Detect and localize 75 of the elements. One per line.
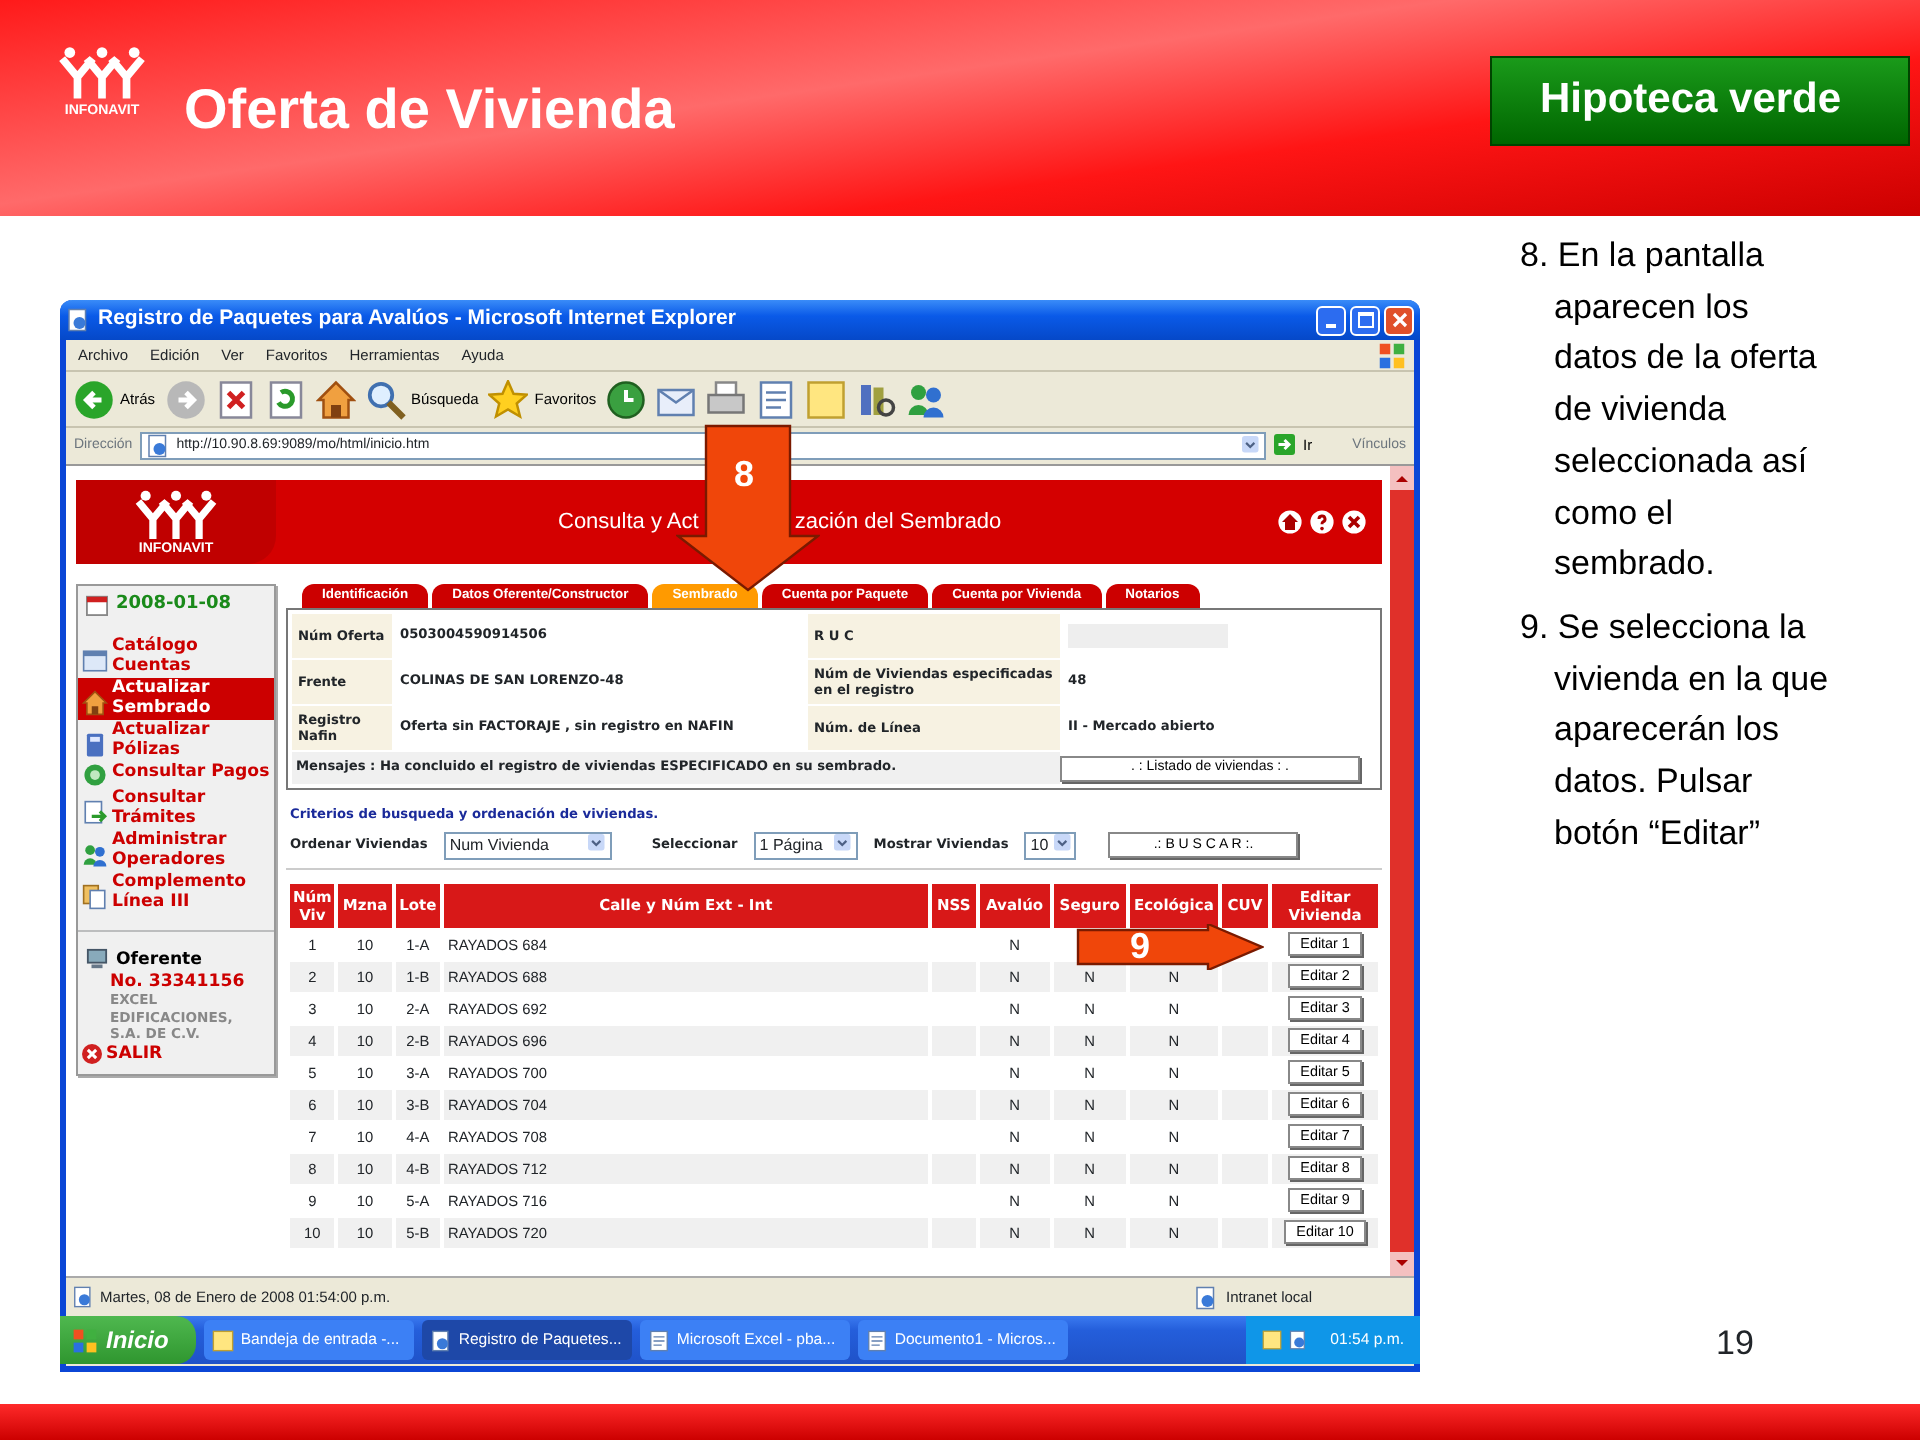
- logo-icon: [56, 44, 148, 104]
- print-icon: [706, 379, 747, 419]
- step-number: 9: [1130, 928, 1151, 964]
- stop-icon: [215, 379, 256, 419]
- maximize-button[interactable]: [1350, 305, 1380, 335]
- sidebar-item[interactable]: Complemento Línea III: [78, 871, 274, 913]
- hipoteca-verde-badge: Hipoteca verde: [1490, 56, 1910, 145]
- close-icon[interactable]: [1342, 510, 1366, 534]
- sidebar-item[interactable]: Consultar Trámites: [78, 787, 274, 829]
- star-icon: [488, 379, 529, 419]
- note-icon: [806, 379, 847, 419]
- search-icon: [365, 379, 406, 419]
- maximize-icon: [1357, 312, 1373, 328]
- caret-icon: [833, 834, 856, 857]
- print-button[interactable]: [706, 379, 747, 419]
- select-field[interactable]: Num Vivienda: [443, 831, 612, 860]
- date-text: 2008-01-08: [116, 592, 232, 618]
- instruction-text: 9. Se selecciona la vivienda en la que aparecerán los datos. Pulsar botón “Editar”: [1520, 605, 1831, 856]
- page-title: zación del Sembrado: [794, 507, 1002, 538]
- windows-logo-icon: [1378, 341, 1406, 369]
- book-icon: [82, 731, 108, 757]
- scroll-up-icon: [1390, 466, 1414, 490]
- edit-button[interactable]: [756, 379, 797, 419]
- sidebar-item[interactable]: Consultar Pagos: [78, 761, 274, 787]
- exit-icon: [82, 1044, 102, 1065]
- house-icon: [82, 689, 108, 715]
- stop-button[interactable]: [215, 379, 256, 419]
- page-icon: [146, 434, 171, 458]
- messenger-button[interactable]: [906, 379, 947, 419]
- instruction-text: 8. En la pantalla aparecen los datos de la oferta de vivienda seleccionada así como el sembrado.: [1520, 234, 1819, 587]
- go-icon: [1273, 434, 1298, 458]
- caret-icon: [587, 834, 610, 857]
- home-button[interactable]: [315, 379, 356, 419]
- close-button[interactable]: [1384, 305, 1414, 335]
- fwd-icon: [165, 379, 206, 419]
- sidebar-item[interactable]: Actualizar Pólizas: [78, 719, 274, 761]
- coin-icon: [82, 761, 108, 787]
- sidebar-item[interactable]: Actualizar Sembrado: [78, 677, 274, 719]
- caret-icon: [1054, 834, 1077, 857]
- window-title: Registro de Paquetes para Avalúos - Microsoft Internet Explorer: [98, 304, 736, 335]
- select-field[interactable]: 1 Página: [753, 831, 858, 860]
- help-icon[interactable]: [1310, 510, 1334, 534]
- slide-title: Oferta de Vivienda: [184, 76, 675, 144]
- doc-icon: [756, 379, 797, 419]
- scroll-down-icon: [1390, 1252, 1414, 1276]
- tray-icon: [1262, 1330, 1283, 1350]
- logout-link[interactable]: SALIR: [78, 1043, 274, 1065]
- minimize-button[interactable]: [1316, 305, 1346, 335]
- windows-logo-icon: [72, 1327, 98, 1353]
- refresh-button[interactable]: [265, 379, 306, 419]
- books-icon: [856, 379, 897, 419]
- sidebar-item[interactable]: Administrar Operadores: [78, 829, 274, 871]
- dropdown-icon: [1241, 435, 1264, 457]
- sidebar-item[interactable]: Catálogo Cuentas: [78, 635, 274, 677]
- oferente-label: Oferente: [116, 947, 202, 973]
- home-icon: [315, 379, 356, 419]
- home-icon[interactable]: [1278, 510, 1302, 534]
- copy-icon: [82, 883, 108, 909]
- oferente-number: No. 33341156: [108, 972, 247, 993]
- select-field[interactable]: 10: [1024, 831, 1077, 860]
- step-number: 8: [734, 456, 755, 492]
- research-button[interactable]: [856, 379, 897, 419]
- browser-icon: [66, 308, 90, 332]
- logo-icon: [132, 489, 220, 541]
- page-title: Consulta y Act: [558, 507, 699, 538]
- calendar-icon: [86, 594, 108, 617]
- people-icon: [906, 379, 947, 419]
- page-number: 19: [1714, 1321, 1756, 1365]
- page-icon: [72, 1286, 94, 1308]
- back-icon: [74, 379, 114, 419]
- close-icon: [1391, 312, 1407, 328]
- scrollbar[interactable]: [1390, 466, 1414, 1276]
- refresh-icon: [265, 379, 306, 419]
- computer-icon: [86, 948, 108, 971]
- people-icon: [82, 841, 108, 867]
